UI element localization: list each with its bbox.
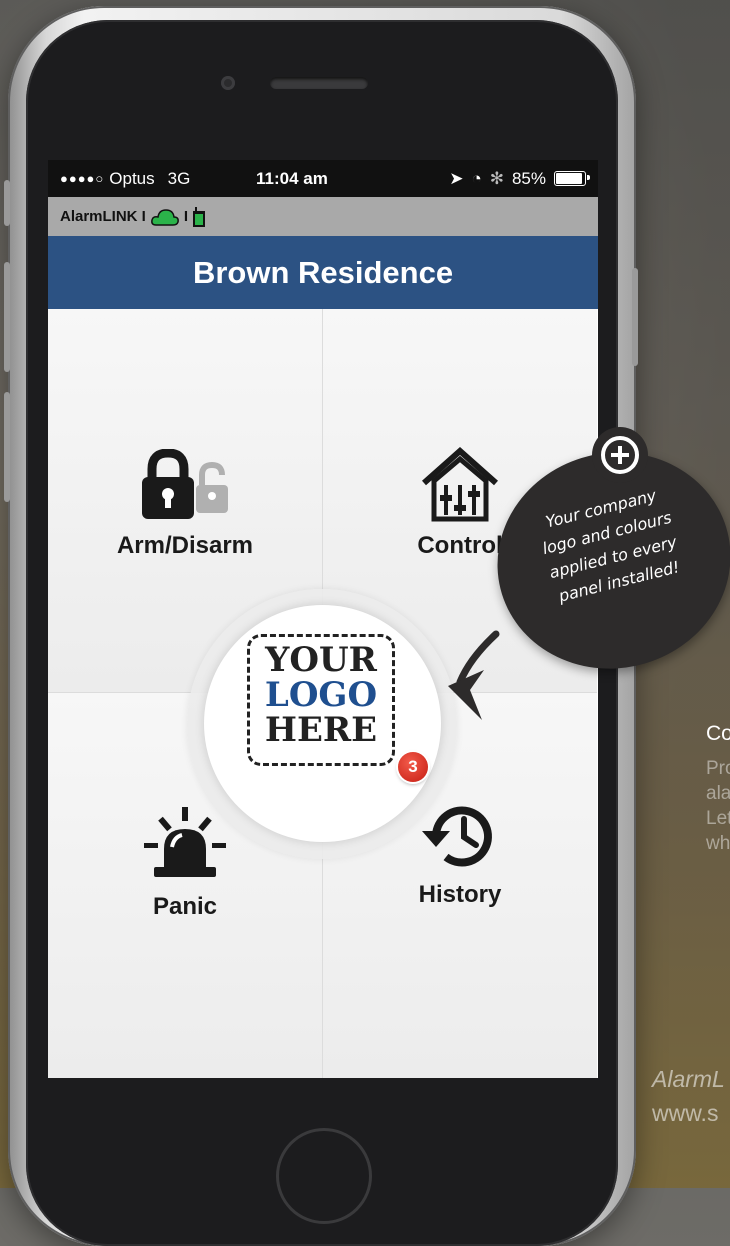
tile-grid: Arm/Disarm Control Panic History YOUR LO… — [48, 309, 598, 1078]
separator: I — [183, 208, 189, 225]
mute-switch — [4, 180, 10, 226]
website-link[interactable]: www.s — [652, 1100, 718, 1127]
alarm-clock-icon: ◔ — [471, 168, 482, 188]
arm-disarm-label: Arm/Disarm — [116, 532, 254, 559]
lock-icon — [142, 449, 228, 519]
power-button — [632, 268, 638, 366]
history-clock-icon — [422, 806, 492, 867]
feature-line-4: wh — [706, 833, 730, 854]
company-logo-placeholder: YOUR LOGO HERE — [247, 634, 395, 766]
signal-dots-icon: ●●●●○ — [60, 171, 105, 186]
battery-fill — [556, 173, 582, 184]
earpiece-speaker — [270, 77, 368, 89]
plus-icon — [592, 427, 648, 483]
volume-down-button — [4, 392, 10, 502]
feature-line-1: Pro — [706, 758, 730, 779]
app-connection-bar: AlarmLINK I I — [48, 197, 598, 236]
app-name: AlarmLINK I — [60, 208, 146, 225]
front-camera — [221, 76, 235, 90]
status-bar: ●●●●○ Optus 3G 11:04 am ➤ ◔ ✻ 85% — [48, 160, 598, 197]
cloud-icon — [150, 208, 179, 226]
bluetooth-icon: ✻ — [489, 168, 504, 188]
brand-footer: AlarmL — [652, 1066, 725, 1092]
location-arrow-icon: ➤ — [449, 168, 464, 188]
battery-icon — [554, 171, 590, 186]
volume-up-button — [4, 262, 10, 372]
logo-line-1: YOUR — [265, 640, 377, 680]
page-title: Brown Residence — [48, 236, 598, 309]
panic-label: Panic — [152, 893, 218, 920]
feature-description: Pro ala Let wh — [706, 756, 730, 856]
feature-line-2: ala — [706, 783, 730, 804]
history-label: History — [418, 881, 502, 908]
curved-arrow-icon — [448, 630, 500, 720]
logo-line-3: HERE — [264, 710, 378, 750]
carrier-name: Optus — [109, 168, 155, 188]
feature-title: Co — [706, 722, 730, 745]
notification-badge: 3 — [398, 752, 428, 782]
clock: 11:04 am — [256, 168, 328, 188]
feature-line-3: Let — [706, 808, 730, 829]
signal-device-icon — [193, 206, 206, 227]
network-type: 3G — [167, 168, 191, 188]
home-button[interactable] — [276, 1128, 372, 1224]
home-control-icon — [422, 447, 498, 522]
battery-percent: 85% — [511, 168, 546, 188]
logo-line-2: LOGO — [264, 675, 378, 715]
siren-icon — [144, 807, 226, 877]
